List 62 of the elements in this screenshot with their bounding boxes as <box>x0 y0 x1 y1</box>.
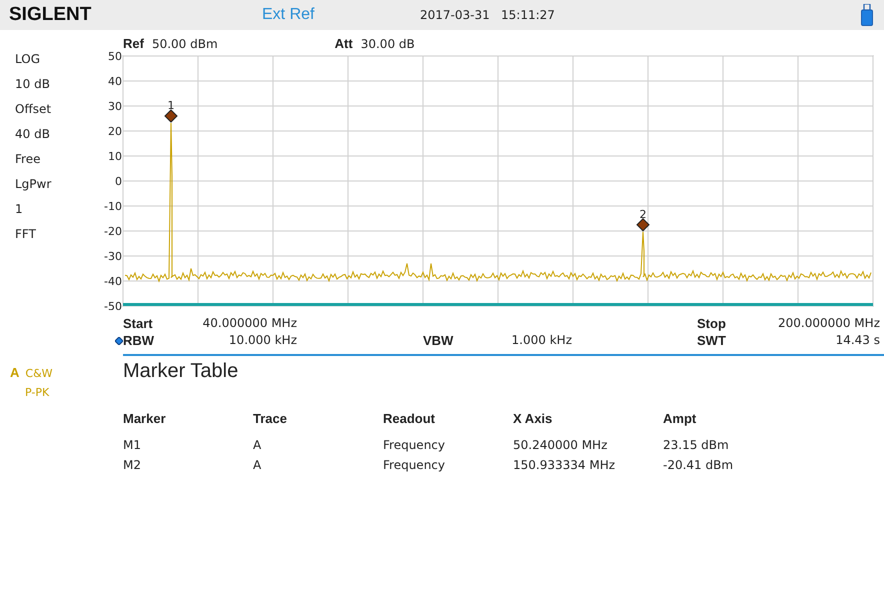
detector-mode: P-PK <box>25 386 50 399</box>
table-cell-text: A <box>253 438 262 452</box>
table-cell-text: Frequency <box>383 438 446 452</box>
param-value: 14.43 s <box>834 333 880 348</box>
y-tick-label: -20 <box>104 225 122 238</box>
y-tick-label: 0 <box>115 175 122 188</box>
time-text: 15:11:27 <box>501 8 555 22</box>
ref-value: 50.00 dBm <box>152 37 218 51</box>
marker-icon <box>164 109 178 123</box>
table-cell-text: 50.240000 MHz <box>513 438 608 452</box>
marker-number: 2 <box>640 208 646 221</box>
diamond-icon <box>115 336 123 344</box>
y-tick-label: -10 <box>104 200 122 213</box>
reference-source: Ext Ref <box>262 6 316 24</box>
param-value: 10.000 kHz <box>228 333 297 348</box>
y-tick-label: 10 <box>108 150 122 163</box>
att-value: 30.00 dB <box>360 37 415 51</box>
table-cell-text: M2 <box>123 458 142 472</box>
att-label: Att <box>334 36 353 51</box>
param-label: Stop <box>697 316 727 331</box>
setting-label: LgPwr <box>15 177 52 193</box>
setting-label: 1 <box>15 202 24 218</box>
trace-mode: C&W <box>25 367 53 380</box>
y-tick-label: 20 <box>108 125 122 138</box>
param-value: 1.000 kHz <box>510 333 572 348</box>
setting-label: 40 dB <box>15 127 51 143</box>
y-tick-label: 40 <box>108 75 122 88</box>
table-cell-text: -20.41 dBm <box>663 458 734 472</box>
param-value: 200.000000 MHz <box>776 316 880 331</box>
column-header: Marker <box>123 411 167 426</box>
param-label: SWT <box>697 333 727 348</box>
date-text: 2017-03-31 <box>420 8 491 22</box>
brand-logo: SIGLENT <box>9 4 92 26</box>
column-header: Readout <box>383 411 436 426</box>
usb-drive-icon <box>861 4 873 26</box>
column-header: Ampt <box>663 411 698 426</box>
setting-label: FFT <box>15 227 37 243</box>
setting-label: Free <box>15 152 42 168</box>
marker-icon <box>636 218 650 232</box>
table-cell-text: 23.15 dBm <box>663 438 730 452</box>
y-tick-label: -40 <box>104 275 122 288</box>
marker-table-title: Marker Table <box>123 360 240 383</box>
param-label: VBW <box>423 333 454 348</box>
param-value: 40.000000 MHz <box>202 316 297 331</box>
table-cell-text: Frequency <box>383 458 446 472</box>
setting-label: LOG <box>15 52 42 68</box>
y-tick-label: 30 <box>108 100 122 113</box>
param-label: RBW <box>123 333 154 348</box>
y-tick-label: -30 <box>104 250 122 263</box>
trace-letter: A <box>10 365 20 380</box>
param-label: Start <box>123 316 154 331</box>
table-cell-text: 150.933334 MHz <box>513 458 616 472</box>
setting-label: Offset <box>15 102 52 118</box>
column-header: Trace <box>253 411 288 426</box>
y-tick-label: -50 <box>104 300 122 310</box>
column-header: X Axis <box>513 411 554 426</box>
table-cell-text: A <box>253 458 262 472</box>
ref-label: Ref <box>123 36 144 51</box>
marker-number: 1 <box>168 99 174 112</box>
table-cell-text: M1 <box>123 438 142 452</box>
setting-label: 10 dB <box>15 77 51 93</box>
y-tick-label: 50 <box>108 50 122 63</box>
